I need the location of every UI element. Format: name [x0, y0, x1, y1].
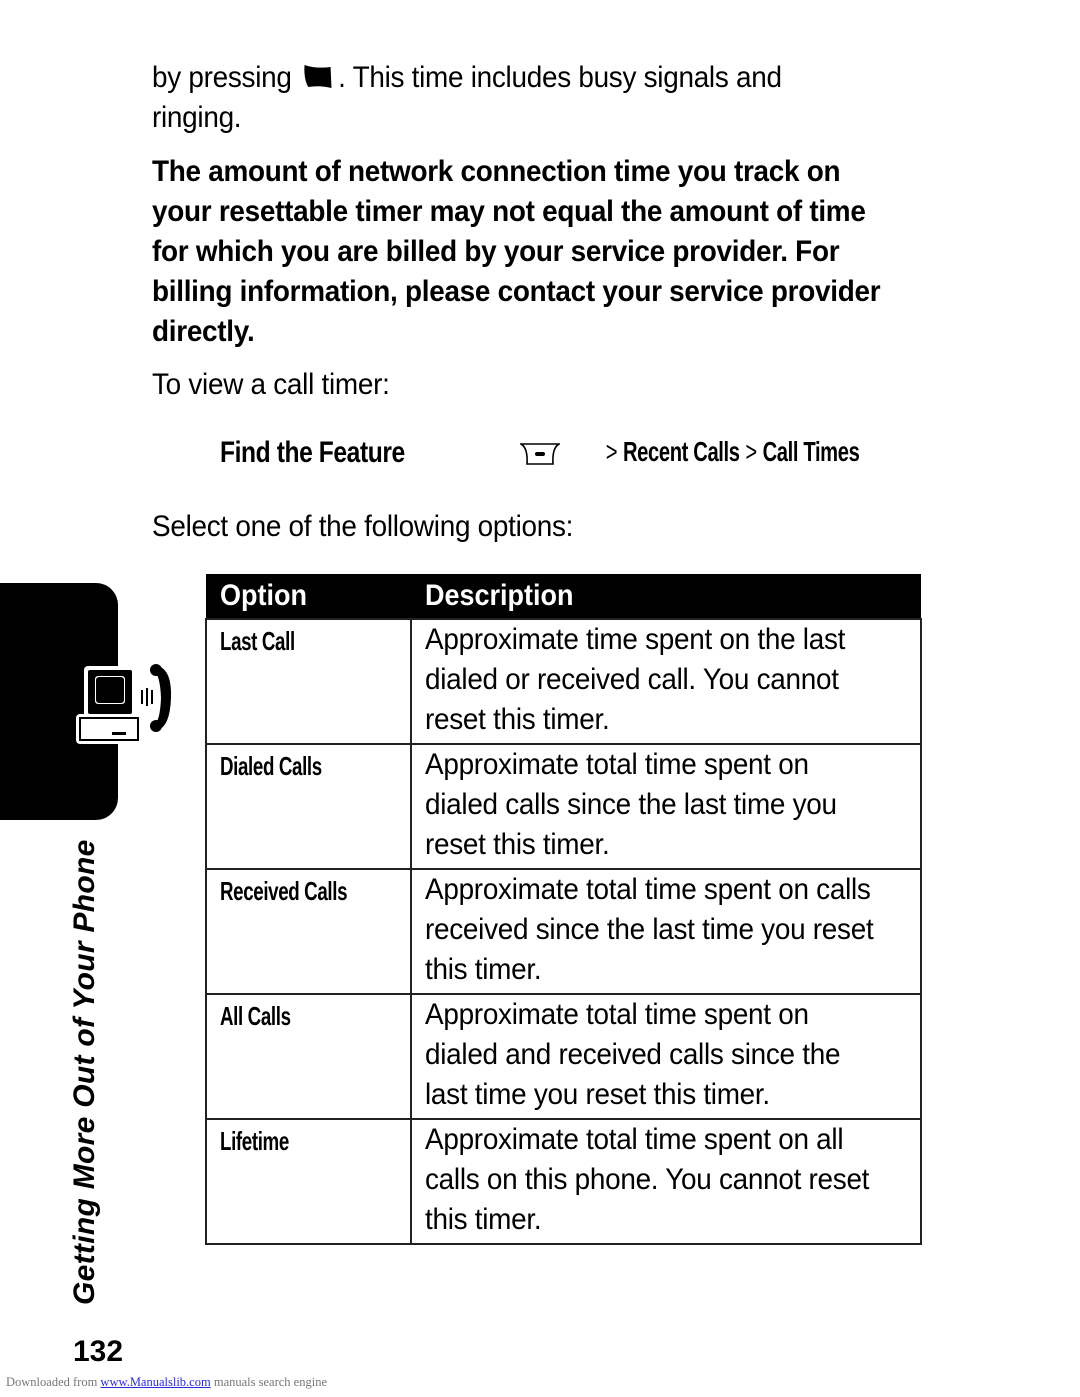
computer-phone-icon [76, 664, 172, 744]
end-key-icon [304, 65, 332, 88]
table-row: Dialed Calls Approximate total time spen… [205, 743, 922, 870]
menu-path: > Recent Calls > Call Times [605, 436, 860, 467]
table-row: All Calls Approximate total time spent o… [205, 993, 922, 1120]
menu-key-icon [520, 443, 560, 465]
table-row: Received Calls Approximate total time sp… [205, 868, 922, 995]
options-table: Option Description Last Call Approximate… [205, 574, 922, 1245]
option-description: Approximate total time spent on calls re… [425, 873, 874, 986]
intro-paragraph: by pressing . This time includes busy si… [152, 61, 782, 134]
option-description: Approximate total time spent on dialed a… [425, 998, 841, 1111]
header-option: Option [206, 574, 411, 619]
select-prompt: Select one of the following options: [152, 510, 574, 543]
option-description: Approximate total time spent on all call… [425, 1123, 870, 1236]
billing-warning: The amount of network connection time yo… [152, 155, 881, 348]
menu-path-call-times[interactable]: Call Times [763, 436, 860, 467]
table-row: Lifetime Approximate total time spent on… [205, 1118, 922, 1245]
manualslib-link[interactable]: www.Manualslib.com [100, 1375, 210, 1389]
table-row: Last Call Approximate time spent on the … [205, 618, 922, 745]
page-number: 132 [73, 1335, 124, 1368]
option-received-calls[interactable]: Received Calls [220, 876, 347, 907]
section-title: Getting More Out of Your Phone [68, 839, 101, 1305]
option-all-calls[interactable]: All Calls [220, 1001, 291, 1032]
option-description: Approximate time spent on the last diale… [425, 623, 846, 736]
option-description: Approximate total time spent on dialed c… [425, 748, 837, 861]
find-feature-label: Find the Feature [220, 436, 405, 469]
option-last-call[interactable]: Last Call [220, 626, 295, 657]
header-description: Description [411, 574, 921, 619]
find-the-feature: Find the Feature > Recent Calls > Call Time… [220, 436, 920, 476]
table-header-row: Option Description [206, 574, 921, 619]
menu-path-recent-calls[interactable]: Recent Calls [623, 436, 740, 467]
view-timer-instruction: To view a call timer: [152, 368, 390, 401]
option-lifetime[interactable]: Lifetime [220, 1126, 289, 1157]
option-dialed-calls[interactable]: Dialed Calls [220, 751, 322, 782]
download-footer: Downloaded from www.Manualslib.com manua… [6, 1375, 327, 1389]
